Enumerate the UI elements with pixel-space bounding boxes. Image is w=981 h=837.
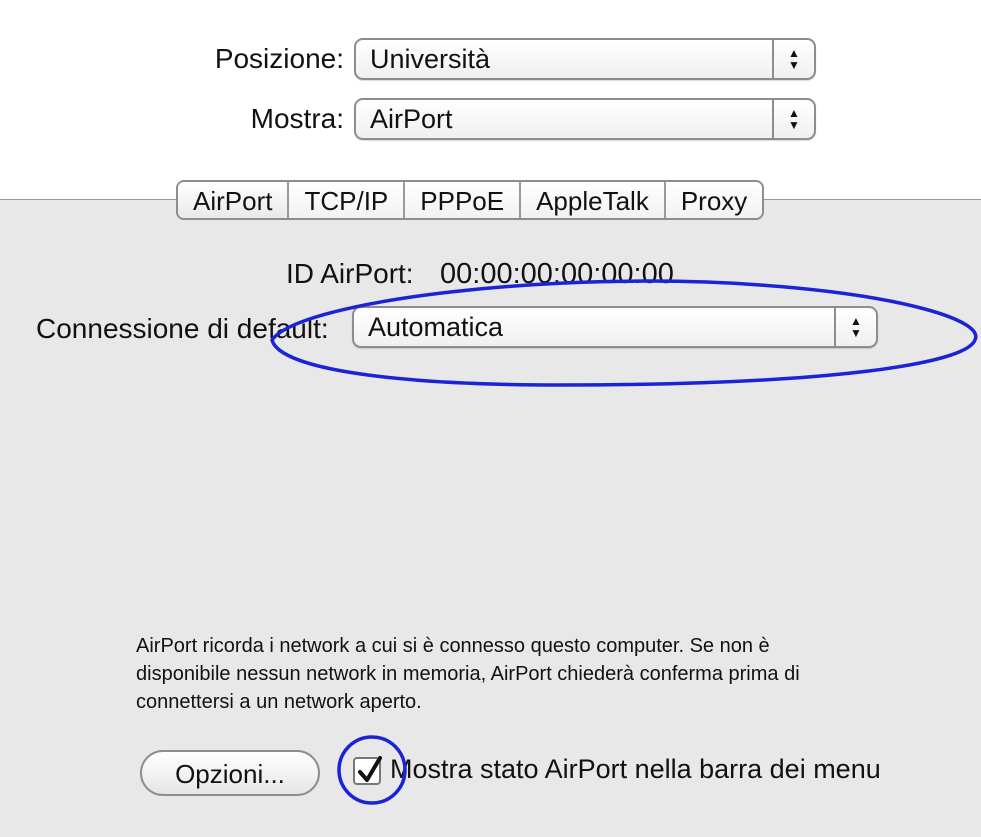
show-popup[interactable]: AirPort ▲ ▼	[354, 98, 816, 140]
menu-status-label: Mostra stato AirPort nella barra dei men…	[390, 754, 881, 784]
location-value: Università	[370, 44, 491, 74]
tab-pppoe[interactable]: PPPoE	[405, 182, 522, 218]
default-connection-label: Connessione di default:	[36, 313, 329, 344]
tab-airport[interactable]: AirPort	[178, 182, 290, 218]
airport-id-value: 00:00:00:00:00:00	[440, 258, 674, 290]
default-connection-popup[interactable]: Automatica ▲ ▼	[352, 306, 878, 348]
default-connection-value: Automatica	[368, 312, 504, 342]
settings-panel	[0, 199, 981, 837]
tab-tcpip[interactable]: TCP/IP	[289, 182, 406, 218]
location-label: Posizione:	[214, 43, 344, 74]
show-label: Mostra:	[250, 103, 344, 134]
tab-proxy[interactable]: Proxy	[666, 182, 762, 218]
location-popup[interactable]: Università ▲ ▼	[354, 38, 816, 80]
updown-arrows-icon: ▲ ▼	[772, 40, 814, 78]
airport-id-label: ID AirPort:	[286, 258, 414, 289]
show-value: AirPort	[370, 104, 453, 134]
menu-status-checkbox[interactable]	[353, 756, 382, 785]
updown-arrows-icon: ▲ ▼	[834, 308, 876, 346]
airport-description: AirPort ricorda i network a cui si è con…	[136, 635, 800, 713]
tab-appletalk[interactable]: AppleTalk	[521, 182, 666, 218]
checkmark-icon	[358, 756, 382, 782]
options-button[interactable]: Opzioni...	[140, 750, 320, 796]
tab-bar: AirPort TCP/IP PPPoE AppleTalk Proxy	[176, 180, 765, 220]
updown-arrows-icon: ▲ ▼	[772, 100, 814, 138]
